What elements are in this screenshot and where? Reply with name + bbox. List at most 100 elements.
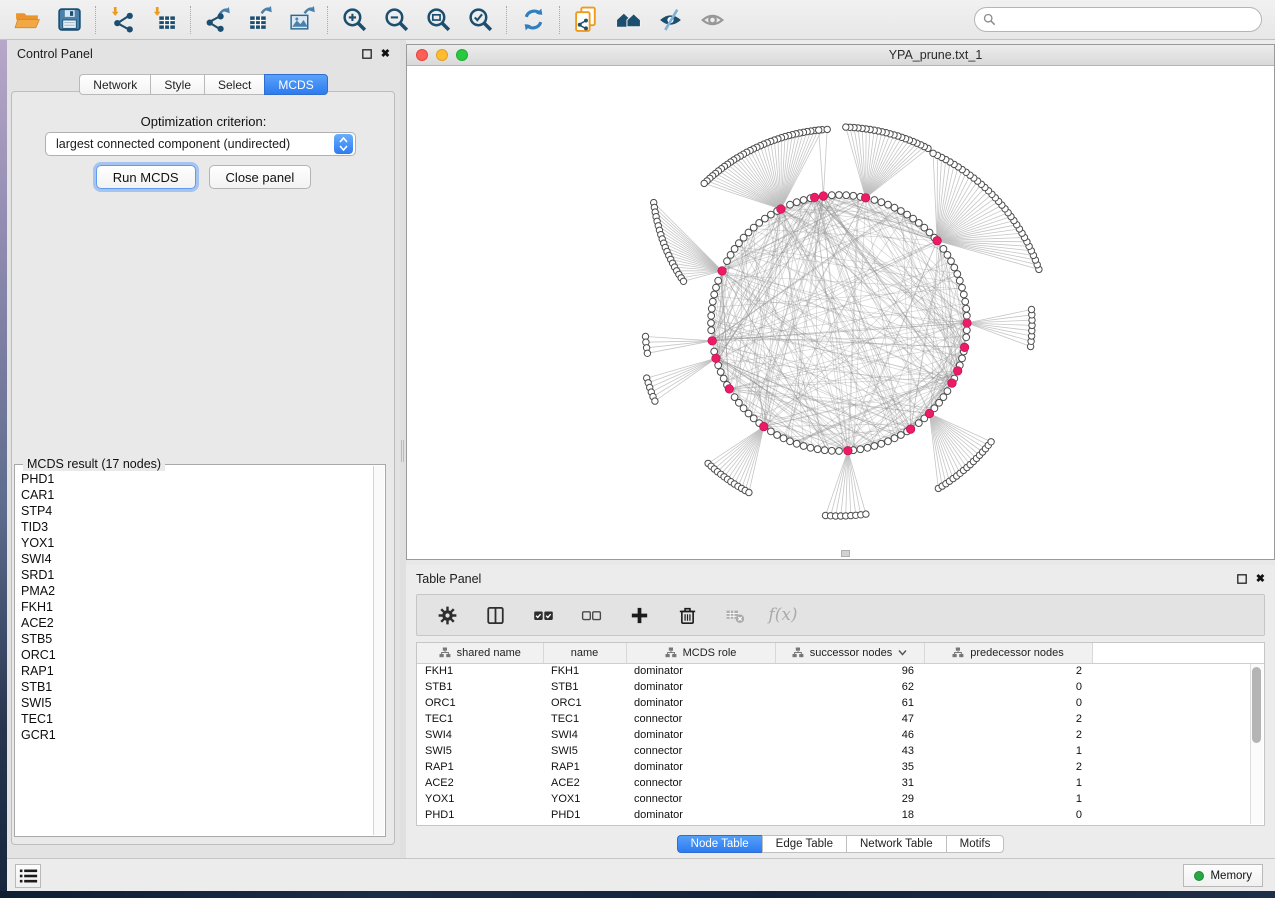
eye-slash-button[interactable] [649, 3, 691, 37]
table-row[interactable]: ORC1ORC1dominator610 [417, 695, 1264, 711]
table-cell[interactable]: 61 [775, 695, 924, 711]
show-columns-button[interactable] [483, 603, 507, 627]
table-cell[interactable]: connector [626, 711, 775, 727]
add-column-button[interactable] [627, 603, 651, 627]
column-header-name[interactable]: name [543, 643, 626, 663]
table-cell[interactable]: STB1 [417, 679, 543, 695]
table-cell[interactable]: 1 [924, 775, 1092, 791]
table-row[interactable]: STB1STB1dominator620 [417, 679, 1264, 695]
tab-motifs[interactable]: Motifs [946, 835, 1005, 853]
table-settings-button[interactable] [435, 603, 459, 627]
memory-button[interactable]: Memory [1183, 864, 1263, 887]
table-cell[interactable]: 96 [775, 663, 924, 679]
table-cell[interactable]: RAP1 [543, 759, 626, 775]
table-cell[interactable]: SWI5 [417, 743, 543, 759]
table-row[interactable]: SWI4SWI4dominator462 [417, 727, 1264, 743]
table-row[interactable]: RAP1RAP1dominator352 [417, 759, 1264, 775]
table-cell[interactable]: SWI5 [543, 743, 626, 759]
float-panel-icon[interactable] [362, 49, 372, 59]
table-cell[interactable]: 1 [924, 743, 1092, 759]
export-table-button[interactable] [238, 3, 280, 37]
table-cell[interactable]: 47 [775, 711, 924, 727]
table-cell[interactable]: 2 [924, 711, 1092, 727]
minimize-window-icon[interactable] [436, 49, 448, 61]
import-table-button[interactable] [143, 3, 185, 37]
task-history-button[interactable] [15, 864, 41, 888]
column-header-MCDS-role[interactable]: MCDS role [626, 643, 775, 663]
table-cell[interactable]: dominator [626, 759, 775, 775]
mcds-result-list[interactable]: PHD1CAR1STP4TID3YOX1SWI4SRD1PMA2FKH1ACE2… [21, 471, 372, 834]
table-cell[interactable]: dominator [626, 807, 775, 823]
table-cell[interactable]: 18 [775, 807, 924, 823]
refresh-button[interactable] [512, 3, 554, 37]
eye-button[interactable] [691, 3, 733, 37]
save-session-button[interactable] [48, 3, 90, 37]
tab-node-table[interactable]: Node Table [677, 835, 762, 853]
table-cell[interactable]: dominator [626, 679, 775, 695]
table-cell[interactable]: STB1 [543, 679, 626, 695]
table-row[interactable]: FKH1FKH1dominator962 [417, 663, 1264, 679]
table-cell[interactable]: connector [626, 775, 775, 791]
open-session-button[interactable] [6, 3, 48, 37]
table-cell[interactable]: TEC1 [417, 711, 543, 727]
table-cell[interactable]: connector [626, 743, 775, 759]
scrollbar-thumb[interactable] [1252, 667, 1261, 743]
column-header-predecessor-nodes[interactable]: predecessor nodes [924, 643, 1092, 663]
deselect-all-button[interactable] [579, 603, 603, 627]
table-cell[interactable]: 35 [775, 759, 924, 775]
table-cell[interactable]: PHD1 [417, 807, 543, 823]
tab-network-table[interactable]: Network Table [846, 835, 946, 853]
select-all-button[interactable] [531, 603, 555, 627]
houses-button[interactable] [607, 3, 649, 37]
zoom-in-button[interactable] [333, 3, 375, 37]
table-cell[interactable]: 29 [775, 791, 924, 807]
export-image-button[interactable] [280, 3, 322, 37]
export-network-button[interactable] [196, 3, 238, 37]
table-cell[interactable]: ORC1 [543, 695, 626, 711]
close-panel-icon[interactable]: ✖ [1256, 574, 1265, 584]
zoom-out-button[interactable] [375, 3, 417, 37]
tab-mcds[interactable]: MCDS [264, 74, 327, 95]
column-header-shared-name[interactable]: shared name [417, 643, 543, 663]
table-cell[interactable]: SWI4 [417, 727, 543, 743]
table-row[interactable]: TEC1TEC1connector472 [417, 711, 1264, 727]
import-network-button[interactable] [101, 3, 143, 37]
table-cell[interactable]: FKH1 [417, 663, 543, 679]
table-cell[interactable]: 62 [775, 679, 924, 695]
table-cell[interactable]: 2 [924, 663, 1092, 679]
clone-network-button[interactable] [565, 3, 607, 37]
float-panel-icon[interactable] [1237, 574, 1247, 584]
tab-style[interactable]: Style [150, 74, 204, 95]
delete-column-button[interactable] [675, 603, 699, 627]
table-cell[interactable]: TEC1 [543, 711, 626, 727]
function-builder-button[interactable]: f(x) [771, 603, 795, 627]
list-scrollbar[interactable] [373, 466, 384, 835]
table-scrollbar[interactable] [1250, 664, 1263, 824]
table-cell[interactable]: connector [626, 791, 775, 807]
run-mcds-button[interactable]: Run MCDS [96, 165, 196, 189]
tab-select[interactable]: Select [204, 74, 264, 95]
table-cell[interactable]: RAP1 [417, 759, 543, 775]
network-titlebar[interactable]: YPA_prune.txt_1 [407, 45, 1274, 66]
column-header-successor-nodes[interactable]: successor nodes [775, 643, 924, 663]
table-row[interactable]: ACE2ACE2connector311 [417, 775, 1264, 791]
table-cell[interactable]: ACE2 [543, 775, 626, 791]
tab-edge-table[interactable]: Edge Table [762, 835, 846, 853]
table-cell[interactable]: 31 [775, 775, 924, 791]
table-cell[interactable]: ORC1 [417, 695, 543, 711]
zoom-selected-button[interactable] [459, 3, 501, 37]
table-cell[interactable]: 2 [924, 759, 1092, 775]
table-cell[interactable]: 46 [775, 727, 924, 743]
table-cell[interactable]: YOX1 [543, 791, 626, 807]
close-panel-button[interactable]: Close panel [209, 165, 312, 189]
table-cell[interactable]: SWI4 [543, 727, 626, 743]
network-resize-grip[interactable] [841, 550, 850, 557]
close-window-icon[interactable] [416, 49, 428, 61]
tab-network[interactable]: Network [79, 74, 150, 95]
table-cell[interactable]: YOX1 [417, 791, 543, 807]
search-input[interactable] [1001, 13, 1253, 27]
table-cell[interactable]: dominator [626, 695, 775, 711]
table-row[interactable]: SWI5SWI5connector431 [417, 743, 1264, 759]
table-cell[interactable]: dominator [626, 727, 775, 743]
table-cell[interactable]: FKH1 [543, 663, 626, 679]
